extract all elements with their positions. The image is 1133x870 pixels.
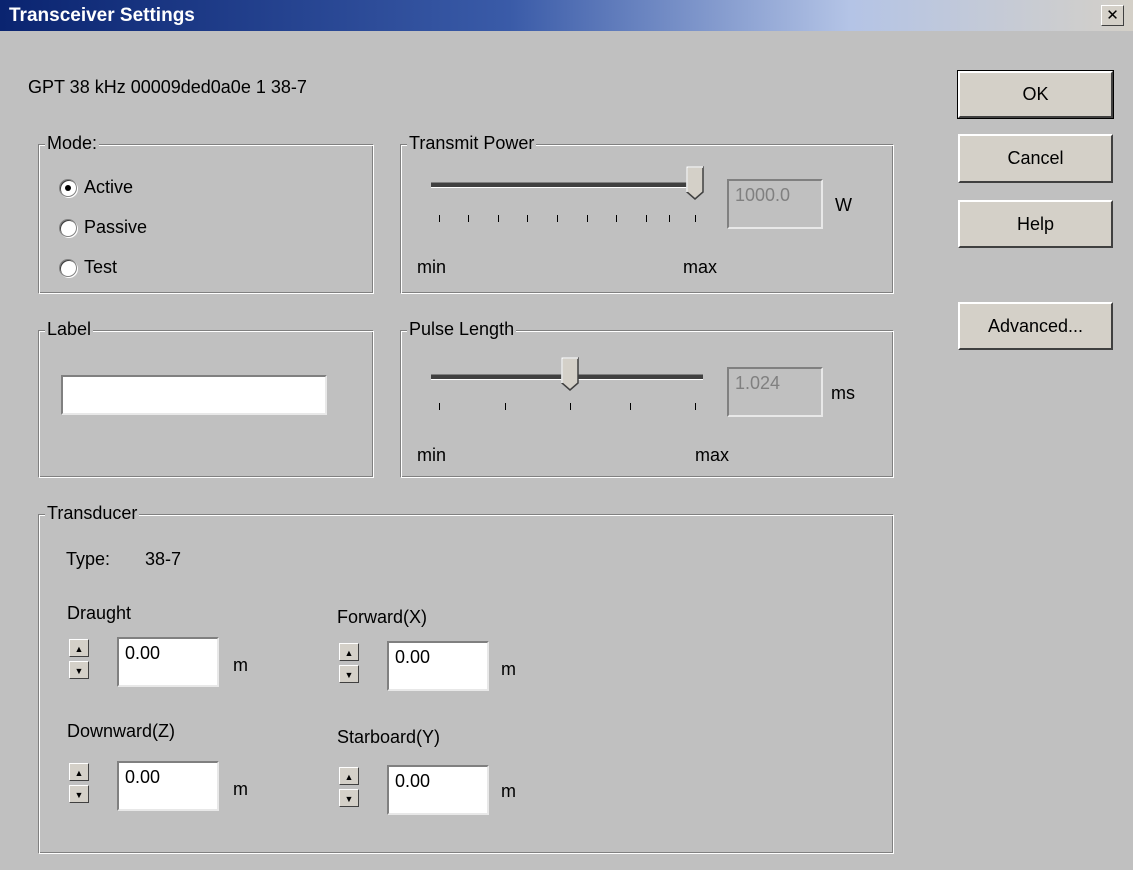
downward-field[interactable]: 0.00 [117, 761, 219, 811]
label-group-label: Label [45, 319, 94, 340]
downward-spin-up[interactable]: ▲ [69, 763, 89, 781]
transmit-power-slider-thumb[interactable] [686, 166, 704, 200]
spin-up-icon: ▲ [344, 648, 354, 658]
spin-up-icon: ▲ [74, 644, 84, 654]
transducer-group-label: Transducer [45, 503, 140, 524]
spin-down-icon: ▼ [74, 790, 84, 800]
spin-down-icon: ▼ [74, 666, 84, 676]
pulse-length-value: 1.024 [735, 373, 781, 393]
transmit-power-label: Transmit Power [407, 133, 537, 154]
tick [527, 215, 528, 222]
transducer-type-label: Type: [66, 549, 111, 569]
mode-group: Mode: Active Passive Test [38, 133, 374, 294]
tick [570, 403, 571, 410]
advanced-button-label: Advanced... [987, 316, 1084, 336]
help-button[interactable]: Help [958, 200, 1113, 248]
device-info: GPT 38 kHz 00009ded0a0e 1 38-7 [28, 77, 307, 97]
tick [695, 215, 696, 222]
draught-value: 0.00 [125, 643, 161, 663]
transmit-power-value-field: 1000.0 [727, 179, 823, 229]
spin-up-icon: ▲ [74, 768, 84, 778]
draught-label: Draught [67, 603, 132, 623]
tick [468, 215, 469, 222]
draught-spin-down[interactable]: ▼ [69, 661, 89, 679]
tick [630, 403, 631, 410]
starboard-spin-down[interactable]: ▼ [339, 789, 359, 807]
mode-group-label: Mode: [45, 133, 100, 154]
cancel-button[interactable]: Cancel [958, 134, 1113, 183]
tick [498, 215, 499, 222]
forward-field[interactable]: 0.00 [387, 641, 489, 691]
draught-field[interactable]: 0.00 [117, 637, 219, 687]
forward-value: 0.00 [395, 647, 431, 667]
tick [439, 403, 440, 410]
forward-label: Forward(X) [337, 607, 428, 627]
pulse-length-max-label: max [695, 445, 730, 465]
pulse-length-group: Pulse Length 1.024 ms min max [400, 319, 894, 478]
forward-unit: m [501, 659, 516, 679]
radio-passive-indicator[interactable] [59, 219, 77, 237]
cancel-button-label: Cancel [1007, 148, 1064, 168]
spin-down-icon: ▼ [344, 794, 354, 804]
ok-button[interactable]: OK [957, 70, 1114, 119]
radio-passive-label: Passive [84, 217, 148, 237]
forward-spin-down[interactable]: ▼ [339, 665, 359, 683]
transmit-power-group: Transmit Power 1000.0 W min max [400, 133, 894, 294]
window-title: Transceiver Settings [9, 5, 195, 26]
starboard-spin-up[interactable]: ▲ [339, 767, 359, 785]
transmit-power-unit: W [835, 195, 852, 215]
tick [439, 215, 440, 222]
tick [646, 215, 647, 222]
draught-unit: m [233, 655, 248, 675]
transmit-power-value: 1000.0 [735, 185, 791, 205]
title-bar: Transceiver Settings ✕ [0, 0, 1133, 31]
downward-label: Downward(Z) [67, 721, 176, 741]
tick [587, 215, 588, 222]
pulse-length-value-field: 1.024 [727, 367, 823, 417]
spin-down-icon: ▼ [344, 670, 354, 680]
starboard-unit: m [501, 781, 516, 801]
downward-unit: m [233, 779, 248, 799]
transmit-power-max-label: max [683, 257, 718, 277]
pulse-length-label: Pulse Length [407, 319, 517, 340]
transmit-power-slider-track[interactable] [431, 182, 703, 188]
ok-button-label: OK [1022, 84, 1049, 104]
tick [505, 403, 506, 410]
downward-spin-down[interactable]: ▼ [69, 785, 89, 803]
label-input[interactable] [61, 375, 327, 415]
radio-test-indicator[interactable] [59, 259, 77, 277]
starboard-value: 0.00 [395, 771, 431, 791]
close-button[interactable]: ✕ [1101, 5, 1124, 26]
transmit-power-min-label: min [417, 257, 447, 277]
pulse-length-min-label: min [417, 445, 447, 465]
tick [669, 215, 670, 222]
starboard-field[interactable]: 0.00 [387, 765, 489, 815]
draught-spin-up[interactable]: ▲ [69, 639, 89, 657]
advanced-button[interactable]: Advanced... [958, 302, 1113, 350]
transducer-group: Transducer Type: 38-7 Draught ▲ ▼ 0.00 m… [38, 503, 894, 854]
downward-value: 0.00 [125, 767, 161, 787]
pulse-length-unit: ms [831, 383, 855, 403]
radio-active-indicator[interactable] [59, 179, 77, 197]
spin-up-icon: ▲ [344, 772, 354, 782]
tick [557, 215, 558, 222]
pulse-length-slider-thumb[interactable] [561, 357, 579, 391]
close-icon: ✕ [1106, 7, 1119, 24]
transducer-type-value: 38-7 [145, 549, 182, 569]
radio-active-label: Active [84, 177, 134, 197]
starboard-label: Starboard(Y) [337, 727, 441, 747]
tick [695, 403, 696, 410]
label-group: Label [38, 319, 374, 478]
forward-spin-up[interactable]: ▲ [339, 643, 359, 661]
help-button-label: Help [1016, 214, 1055, 234]
tick [616, 215, 617, 222]
radio-test-label: Test [84, 257, 118, 277]
